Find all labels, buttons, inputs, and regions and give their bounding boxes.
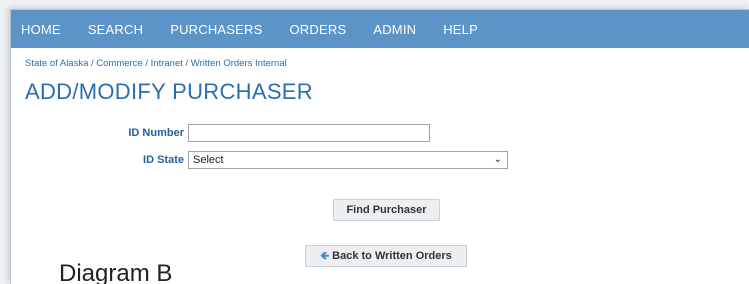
- nav-admin[interactable]: ADMIN: [373, 22, 416, 37]
- find-purchaser-button[interactable]: Find Purchaser: [333, 199, 440, 221]
- find-purchaser-label: Find Purchaser: [346, 204, 427, 216]
- page-title: ADD/MODIFY PURCHASER: [25, 79, 313, 104]
- id-number-input[interactable]: [188, 124, 430, 142]
- back-button-label: Back to Written Orders: [332, 250, 452, 262]
- id-state-selected-value: Select: [193, 154, 224, 166]
- id-state-select[interactable]: Select ⌄: [188, 151, 508, 169]
- nav-purchasers[interactable]: PURCHASERS: [170, 22, 262, 37]
- breadcrumb[interactable]: State of Alaska / Commerce / Intranet / …: [25, 58, 287, 69]
- top-nav: HOME SEARCH PURCHASERS ORDERS ADMIN HELP: [11, 10, 749, 48]
- nav-help[interactable]: HELP: [443, 22, 478, 37]
- diagram-caption: Diagram B: [59, 260, 173, 284]
- nav-search[interactable]: SEARCH: [88, 22, 143, 37]
- id-state-label: ID State: [143, 154, 184, 166]
- nav-orders[interactable]: ORDERS: [290, 22, 347, 37]
- arrow-left-icon: 🡸: [320, 250, 330, 262]
- page-frame: HOME SEARCH PURCHASERS ORDERS ADMIN HELP…: [10, 9, 749, 284]
- chevron-down-icon: ⌄: [493, 154, 502, 165]
- nav-home[interactable]: HOME: [21, 22, 61, 37]
- id-number-label: ID Number: [128, 127, 184, 139]
- back-to-written-orders-button[interactable]: 🡸 Back to Written Orders: [305, 245, 467, 267]
